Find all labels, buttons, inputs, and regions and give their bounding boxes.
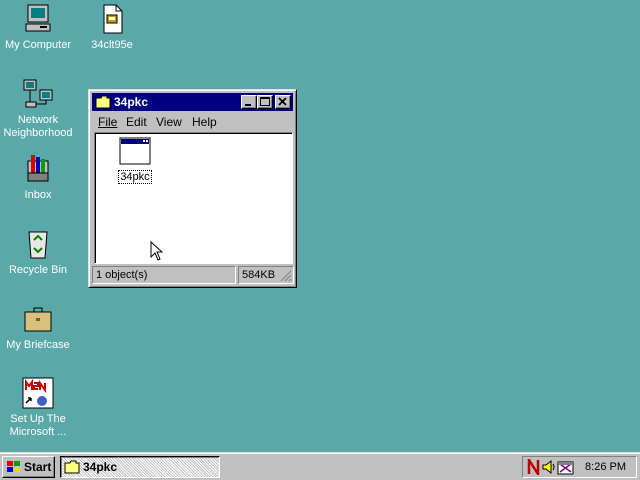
recycle-bin-icon: [22, 228, 54, 260]
desktop-icon-label: Set Up The: [10, 413, 66, 425]
folder-window: 34pkc File Edit View Help 34pkc 1 object…: [88, 89, 297, 288]
status-object-count: 1 object(s): [92, 266, 236, 284]
menu-view[interactable]: View: [156, 115, 182, 129]
close-button[interactable]: [275, 95, 291, 109]
menu-edit[interactable]: Edit: [126, 115, 147, 129]
desktop-icon-label: Network: [17, 114, 59, 126]
desktop-icon-label: My Briefcase: [6, 339, 70, 351]
desktop-icon-msn-setup[interactable]: Set Up The Microsoft ...: [0, 377, 76, 439]
network-icon: [22, 78, 54, 110]
desktop-icon-inbox[interactable]: Inbox: [0, 153, 76, 202]
maximize-icon: [260, 97, 270, 106]
desktop-icon-label: 34clt95e: [91, 39, 133, 51]
inbox-icon: [22, 153, 54, 185]
minimize-icon: [245, 104, 251, 106]
minimize-button[interactable]: [241, 95, 257, 109]
taskbar: Start 34pkc 8:26 PM: [0, 452, 640, 480]
start-label: Start: [24, 460, 52, 474]
desktop-icon-network-neighborhood[interactable]: Network Neighborhood: [0, 78, 76, 140]
msn-icon: [22, 377, 54, 409]
scheduler-icon[interactable]: [557, 459, 575, 475]
folder-icon: [95, 95, 111, 109]
mouse-cursor-icon: [150, 241, 164, 261]
desktop-icon-label: Microsoft ...: [9, 426, 67, 438]
folder-content[interactable]: 34pkc: [94, 132, 293, 264]
volume-icon[interactable]: [542, 459, 556, 475]
window-title: 34pkc: [114, 95, 149, 109]
computer-icon: [22, 3, 54, 35]
desktop-icon-my-briefcase[interactable]: My Briefcase: [0, 303, 76, 352]
desktop-icon-label: Neighborhood: [3, 127, 73, 139]
desktop-icon-recycle-bin[interactable]: Recycle Bin: [0, 228, 76, 277]
folder-icon: [64, 460, 80, 474]
windows-logo-icon: [7, 461, 20, 472]
clock[interactable]: 8:26 PM: [585, 461, 626, 473]
taskbar-button-34pkc[interactable]: 34pkc: [60, 456, 220, 478]
desktop-icon-my-computer[interactable]: My Computer: [0, 3, 76, 52]
application-icon: [119, 137, 151, 165]
file-item-34pkc[interactable]: 34pkc: [115, 137, 155, 184]
menu-file[interactable]: File: [98, 115, 117, 129]
window-titlebar[interactable]: 34pkc: [92, 93, 293, 111]
start-button[interactable]: Start: [2, 456, 55, 478]
menu-help[interactable]: Help: [192, 115, 217, 129]
maximize-button[interactable]: [257, 95, 273, 109]
file-label: 34pkc: [118, 170, 152, 184]
system-tray: 8:26 PM: [522, 456, 637, 478]
document-icon: [96, 3, 128, 35]
desktop-icon-label: Inbox: [24, 189, 52, 201]
desktop-icon-34clt95e[interactable]: 34clt95e: [74, 3, 150, 52]
taskbar-button-label: 34pkc: [83, 460, 118, 474]
desktop-icon-label: Recycle Bin: [8, 264, 68, 276]
network-status-icon[interactable]: [527, 459, 541, 475]
menu-bar: File Edit View Help: [92, 112, 293, 131]
close-icon: [278, 97, 287, 106]
briefcase-icon: [22, 303, 54, 335]
resize-grip-icon[interactable]: [280, 270, 292, 282]
status-bar: 1 object(s) 584KB: [92, 266, 294, 284]
desktop-icon-label: My Computer: [4, 39, 72, 51]
